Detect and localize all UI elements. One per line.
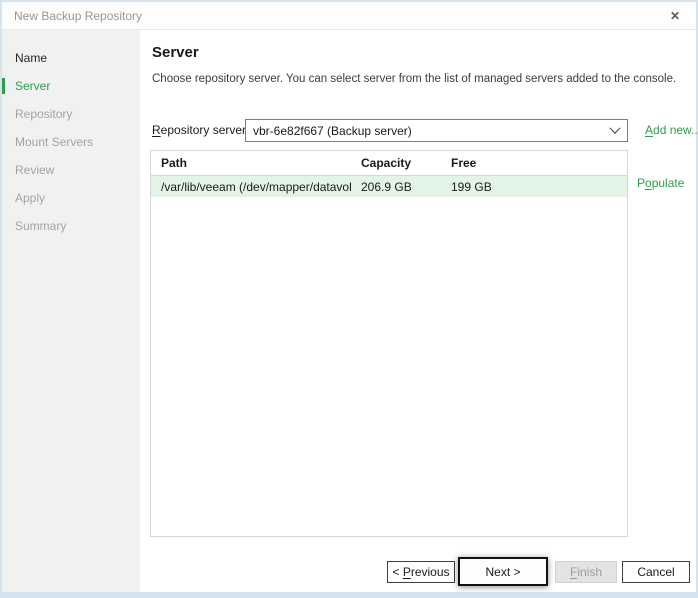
repository-server-select[interactable]: vbr-6e82f667 (Backup server) [245,119,628,142]
next-button[interactable]: Next > [458,557,548,586]
cell-capacity: 206.9 GB [351,180,441,194]
table-row[interactable]: /var/lib/veeam (/dev/mapper/datavol-... … [151,176,627,197]
page-title: Server [152,44,199,61]
wizard-page-server: Server Choose repository server. You can… [140,30,696,592]
wizard-body: Name Server Repository Mount Servers Rev… [2,30,696,592]
wizard-steps-sidebar: Name Server Repository Mount Servers Rev… [2,30,140,592]
paths-table: Path Capacity Free /var/lib/veeam (/dev/… [150,150,628,537]
cancel-button[interactable]: Cancel [622,561,690,583]
wizard-window: New Backup Repository ✕ Name Server Repo… [2,2,696,592]
table-header: Path Capacity Free [151,151,627,176]
finish-button: Finish [555,561,617,583]
add-new-link[interactable]: Add new... [645,123,698,137]
sidebar-item-review[interactable]: Review [2,156,140,184]
close-icon[interactable]: ✕ [664,6,686,26]
sidebar-item-server[interactable]: Server [2,72,140,100]
repository-server-label: Repository server: [152,123,249,137]
previous-button[interactable]: < Previous [387,561,455,583]
sidebar-item-summary[interactable]: Summary [2,212,140,240]
cell-path: /var/lib/veeam (/dev/mapper/datavol-... [151,180,351,194]
sidebar-item-apply[interactable]: Apply [2,184,140,212]
cell-free: 199 GB [441,180,627,194]
title-bar: New Backup Repository ✕ [2,2,696,30]
column-header-path[interactable]: Path [151,156,351,170]
repository-server-value: vbr-6e82f667 (Backup server) [253,124,611,138]
sidebar-item-name[interactable]: Name [2,44,140,72]
column-header-free[interactable]: Free [441,156,627,170]
sidebar-item-repository[interactable]: Repository [2,100,140,128]
sidebar-item-mount-servers[interactable]: Mount Servers [2,128,140,156]
page-description: Choose repository server. You can select… [152,73,676,85]
column-header-capacity[interactable]: Capacity [351,156,441,170]
populate-link[interactable]: Populate [637,176,684,190]
window-title: New Backup Repository [14,9,664,23]
chevron-down-icon [609,122,620,133]
